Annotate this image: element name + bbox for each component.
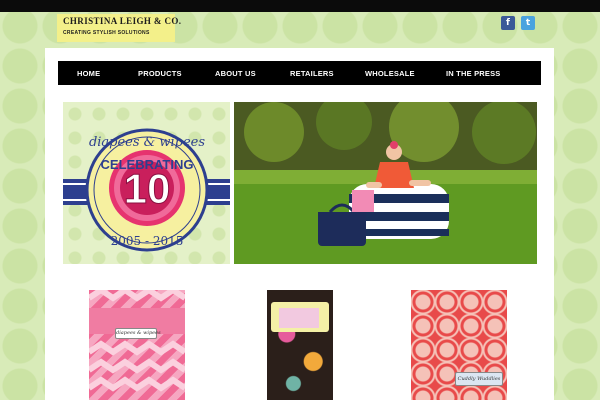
product-red-medallion[interactable]: Cuddly Wuddlies bbox=[411, 290, 507, 400]
logo-title: CHRISTINA LEIGH & CO. bbox=[63, 16, 182, 26]
nav-home[interactable]: HOME bbox=[77, 69, 100, 78]
anniversary-badge[interactable]: diapees & wipees CELEBRATING 10 2005 - 2… bbox=[63, 102, 230, 264]
badge-number: 10 bbox=[124, 165, 171, 212]
logo-tagline: CREATING STYLISH SOLUTIONS bbox=[63, 30, 150, 36]
main-container: HOME PRODUCTS ABOUT US RETAILERS WHOLESA… bbox=[45, 48, 554, 400]
product-tag: diapees & wipees bbox=[115, 328, 161, 339]
twitter-icon[interactable]: t bbox=[521, 16, 535, 30]
site-logo[interactable]: CHRISTINA LEIGH & CO. CREATING STYLISH S… bbox=[57, 14, 182, 42]
nav-wholesale[interactable]: WHOLESALE bbox=[365, 69, 415, 78]
chevron-pattern bbox=[89, 290, 185, 392]
top-bar bbox=[0, 0, 600, 12]
product-pink-chevron[interactable]: diapees & wipees bbox=[89, 290, 185, 400]
nav-about-us[interactable]: ABOUT US bbox=[215, 69, 256, 78]
badge-title: diapees & wipees bbox=[89, 135, 205, 150]
main-nav: HOME PRODUCTS ABOUT US RETAILERS WHOLESA… bbox=[58, 61, 541, 85]
hero-photo[interactable] bbox=[234, 102, 537, 264]
product-floral-pocket[interactable] bbox=[267, 290, 333, 400]
product-tag: Cuddly Wuddlies bbox=[455, 372, 503, 386]
facebook-icon[interactable]: f bbox=[501, 16, 515, 30]
anniversary-badge-graphic: diapees & wipees CELEBRATING 10 2005 - 2… bbox=[63, 128, 230, 252]
badge-years: 2005 - 2015 bbox=[111, 234, 184, 248]
nav-in-the-press[interactable]: IN THE PRESS bbox=[446, 69, 501, 78]
hero-photo-scene bbox=[234, 102, 537, 264]
nav-retailers[interactable]: RETAILERS bbox=[290, 69, 334, 78]
nav-products[interactable]: PRODUCTS bbox=[138, 69, 182, 78]
product-pocket-wipes bbox=[279, 308, 319, 328]
